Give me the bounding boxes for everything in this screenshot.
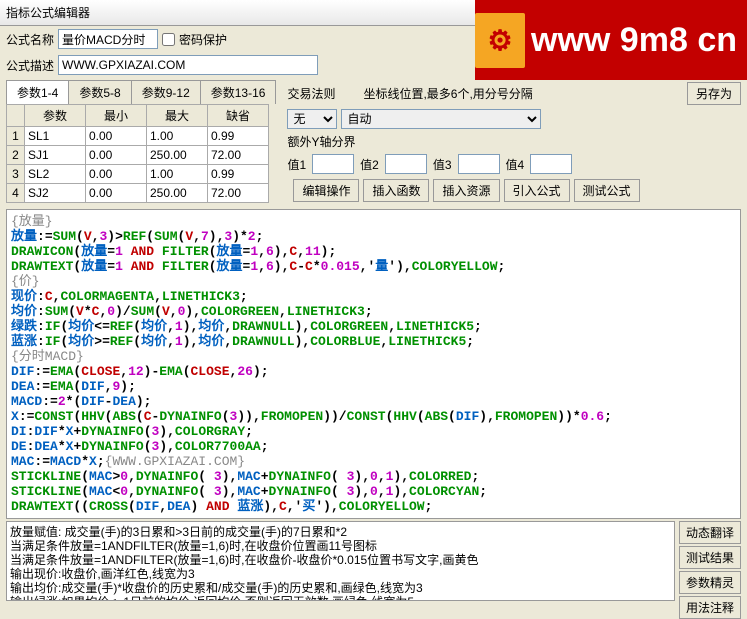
row-idx: 2 <box>7 146 25 165</box>
dynamic-translate-button[interactable]: 动态翻译 <box>679 521 741 544</box>
edit-ops-button[interactable]: 编辑操作 <box>293 179 359 202</box>
param-min-input[interactable] <box>86 165 146 183</box>
coord-select[interactable]: 自动 <box>341 109 541 129</box>
val1-input[interactable] <box>312 154 354 174</box>
param-def-input[interactable] <box>208 165 268 183</box>
param-def-input[interactable] <box>208 184 268 202</box>
param-max-input[interactable] <box>147 184 207 202</box>
table-row: 3 <box>7 165 269 184</box>
col-min: 最小 <box>86 105 147 127</box>
table-row: 1 <box>7 127 269 146</box>
desc-line: 放量赋值: 成交量(手)的3日累和>3日前的成交量(手)的7日累和*2 <box>10 525 671 539</box>
import-formula-button[interactable]: 引入公式 <box>504 179 570 202</box>
window-title: 指标公式编辑器 <box>0 0 747 26</box>
row-idx: 4 <box>7 184 25 203</box>
formula-label-1: 公式 <box>717 31 741 48</box>
param-max-input[interactable] <box>147 146 207 164</box>
formula-name-input[interactable] <box>58 29 158 49</box>
tab-params-9-12[interactable]: 参数9-12 <box>131 80 201 104</box>
param-min-input[interactable] <box>86 184 146 202</box>
y-values: 值1 值2 值3 值4 <box>287 152 741 176</box>
table-row: 4 <box>7 184 269 203</box>
formula-label-2: 公式 <box>717 57 741 74</box>
usage-note-button[interactable]: 用法注释 <box>679 596 741 619</box>
insert-func-button[interactable]: 插入函数 <box>363 179 429 202</box>
extra-y-label: 额外Y轴分界 <box>287 133 355 150</box>
description-panel[interactable]: 放量赋值: 成交量(手)的3日累和>3日前的成交量(手)的7日累和*2当满足条件… <box>6 521 675 601</box>
val1-label: 值1 <box>287 156 306 173</box>
insert-res-button[interactable]: 插入资源 <box>433 179 499 202</box>
desc-label: 公式描述 <box>6 57 54 74</box>
param-min-input[interactable] <box>86 127 146 145</box>
col-idx <box>7 105 25 127</box>
trade-rule-label: 交易法则 <box>287 85 335 102</box>
desc-line: 当满足条件放量=1ANDFILTER(放量=1,6)时,在收盘价位置画11号图标 <box>10 539 671 553</box>
param-wizard-button[interactable]: 参数精灵 <box>679 571 741 594</box>
row-idx: 3 <box>7 165 25 184</box>
code-editor[interactable]: {放量} 放量:=SUM(V,3)>REF(SUM(V,7),3)*2; DRA… <box>6 209 741 519</box>
param-max-input[interactable] <box>147 165 207 183</box>
tab-params-1-4[interactable]: 参数1-4 <box>6 80 69 104</box>
trade-rule-select[interactable]: 无 <box>287 109 337 129</box>
desc-line: 输出均价:成交量(手)*收盘价的历史累和/成交量(手)的历史累和,画绿色,线宽为… <box>10 581 671 595</box>
param-min-input[interactable] <box>86 146 146 164</box>
test-formula-button[interactable]: 测试公式 <box>574 179 640 202</box>
test-result-button[interactable]: 测试结果 <box>679 546 741 569</box>
desc-line: 输出现价:收盘价,画洋红色,线宽为3 <box>10 567 671 581</box>
row-idx: 1 <box>7 127 25 146</box>
val2-label: 值2 <box>360 156 379 173</box>
val3-input[interactable] <box>458 154 500 174</box>
param-name-input[interactable] <box>25 146 85 164</box>
param-table: 参数 最小 最大 缺省 1 2 3 4 <box>6 104 269 203</box>
val3-label: 值3 <box>433 156 452 173</box>
param-name-input[interactable] <box>25 127 85 145</box>
col-def: 缺省 <box>208 105 269 127</box>
val4-label: 值4 <box>506 156 525 173</box>
param-def-input[interactable] <box>208 127 268 145</box>
col-name: 参数 <box>25 105 86 127</box>
param-name-input[interactable] <box>25 165 85 183</box>
table-row: 2 <box>7 146 269 165</box>
tab-params-13-16[interactable]: 参数13-16 <box>200 80 277 104</box>
param-name-input[interactable] <box>25 184 85 202</box>
val2-input[interactable] <box>385 154 427 174</box>
save-as-button[interactable]: 另存为 <box>687 82 741 105</box>
param-max-input[interactable] <box>147 127 207 145</box>
param-tabs: 参数1-4 参数5-8 参数9-12 参数13-16 <box>0 78 281 104</box>
desc-line: 输出绿涨:如果均价<=1日前的均价,返回均价,否则返回无效数,画绿色,线宽为5 <box>10 595 671 601</box>
col-max: 最大 <box>147 105 208 127</box>
val4-input[interactable] <box>530 154 572 174</box>
desc-line: 当满足条件放量=1ANDFILTER(放量=1,6)时,在收盘价-收盘价*0.0… <box>10 553 671 567</box>
coord-label: 坐标线位置,最多6个,用分号分隔 <box>363 85 532 102</box>
formula-desc-input[interactable] <box>58 55 318 75</box>
param-def-input[interactable] <box>208 146 268 164</box>
password-label: 密码保护 <box>179 31 227 48</box>
name-label: 公式名称 <box>6 31 54 48</box>
tab-params-5-8[interactable]: 参数5-8 <box>68 80 131 104</box>
password-checkbox[interactable] <box>162 33 175 46</box>
